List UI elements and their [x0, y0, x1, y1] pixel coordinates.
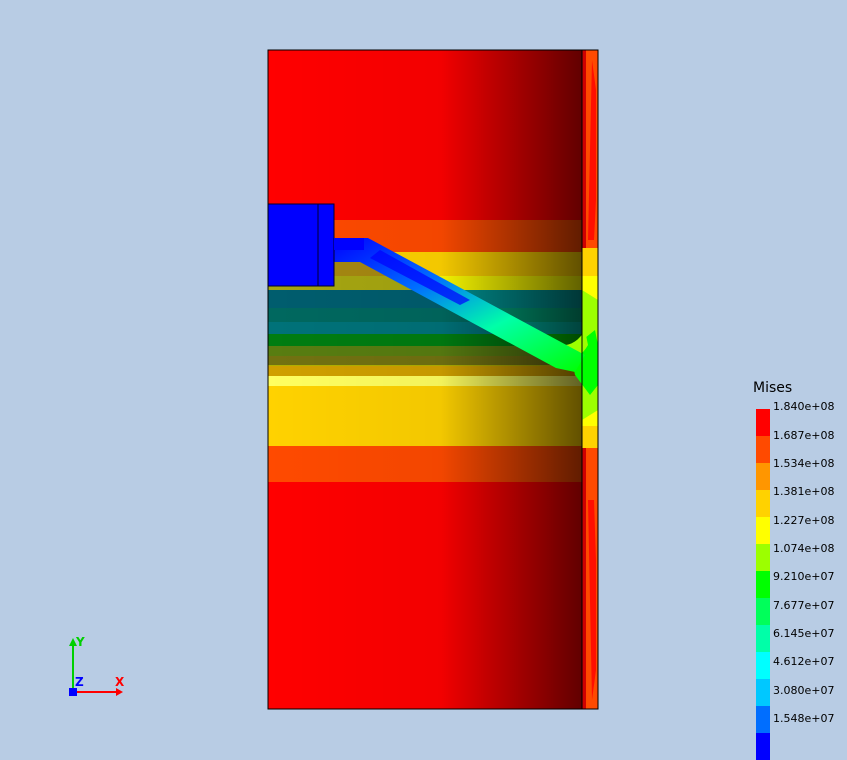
legend-swatch	[756, 706, 770, 733]
legend-swatch	[756, 652, 770, 679]
legend-tick: 1.381e+08	[773, 485, 835, 498]
model-viewport[interactable]	[0, 0, 847, 732]
legend-tick: 1.534e+08	[773, 457, 835, 470]
legend-tick: 4.612e+07	[773, 655, 835, 668]
legend-tick: 1.227e+08	[773, 514, 835, 527]
axis-triad: Y Z X	[60, 632, 140, 712]
stress-contour-body	[267, 49, 599, 710]
legend-tick: 1.548e+07	[773, 712, 835, 725]
y-axis-label: Y	[76, 635, 85, 649]
legend-swatch	[756, 625, 770, 652]
legend-tick: 7.677e+07	[773, 599, 835, 612]
legend-tick: 1.840e+08	[773, 400, 835, 413]
legend-color-bar	[756, 409, 770, 760]
legend-title: Mises	[753, 380, 793, 396]
legend-swatch	[756, 409, 770, 436]
legend-swatch	[756, 571, 770, 598]
legend-swatch	[756, 490, 770, 517]
legend-swatch	[756, 679, 770, 706]
z-axis-label: Z	[75, 675, 84, 689]
legend-tick: 6.145e+07	[773, 627, 835, 640]
legend-tick: 1.074e+08	[773, 542, 835, 555]
legend-swatch	[756, 463, 770, 490]
legend-swatch	[756, 517, 770, 544]
legend-tick: 9.210e+07	[773, 570, 835, 583]
legend-tick: 1.687e+08	[773, 429, 835, 442]
legend-swatch	[756, 598, 770, 625]
legend-swatch	[756, 544, 770, 571]
legend-swatch	[756, 436, 770, 463]
x-axis-label: X	[115, 675, 125, 689]
legend-swatch	[756, 733, 770, 760]
legend-tick: 3.080e+07	[773, 684, 835, 697]
stress-legend: Mises 1.840e+08 1.687e+08 1.534e+08 1.38…	[752, 380, 847, 760]
